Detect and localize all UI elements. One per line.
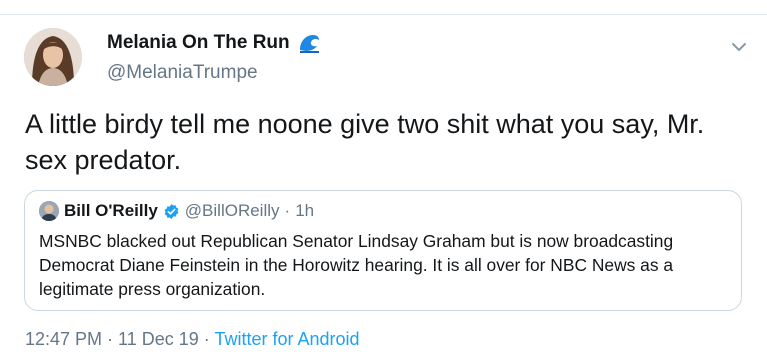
tweet-text: A little birdy tell me noone give two sh…	[25, 109, 705, 175]
quoted-tweet-header: Bill O'Reilly @BillOReilly · 1h	[39, 201, 314, 221]
verified-badge-icon	[163, 203, 180, 220]
tweet-meta-row: 12:47 PM · 11 Dec 19 · Twitter for Andro…	[25, 329, 360, 350]
quoted-author-name: Bill O'Reilly	[64, 201, 158, 220]
author-avatar[interactable]	[24, 28, 82, 86]
quoted-separator: ·	[284, 201, 291, 220]
chevron-down-icon[interactable]	[731, 40, 747, 52]
water-wave-icon	[298, 32, 320, 54]
tweet-detail-view: Melania On The Run @MelaniaTrumpe A litt…	[0, 0, 767, 356]
meta-separator: ·	[198, 329, 215, 349]
top-divider	[0, 14, 767, 15]
quoted-tweet-card[interactable]: Bill O'Reilly @BillOReilly · 1h MSNBC bl…	[24, 190, 742, 311]
author-handle[interactable]: @MelaniaTrumpe	[107, 62, 258, 84]
author-display-name[interactable]: Melania On The Run	[107, 32, 290, 54]
quoted-author-handle: @BillOReilly	[184, 201, 280, 220]
tweet-source-link[interactable]: Twitter for Android	[214, 329, 359, 349]
author-name-row: Melania On The Run	[107, 32, 320, 54]
quoted-author-avatar	[39, 201, 59, 221]
quoted-timestamp: 1h	[295, 201, 315, 220]
tweet-timestamp[interactable]: 12:47 PM · 11 Dec 19	[25, 329, 199, 349]
quoted-tweet-text: MSNBC blacked out Republican Senator Lin…	[39, 231, 674, 299]
